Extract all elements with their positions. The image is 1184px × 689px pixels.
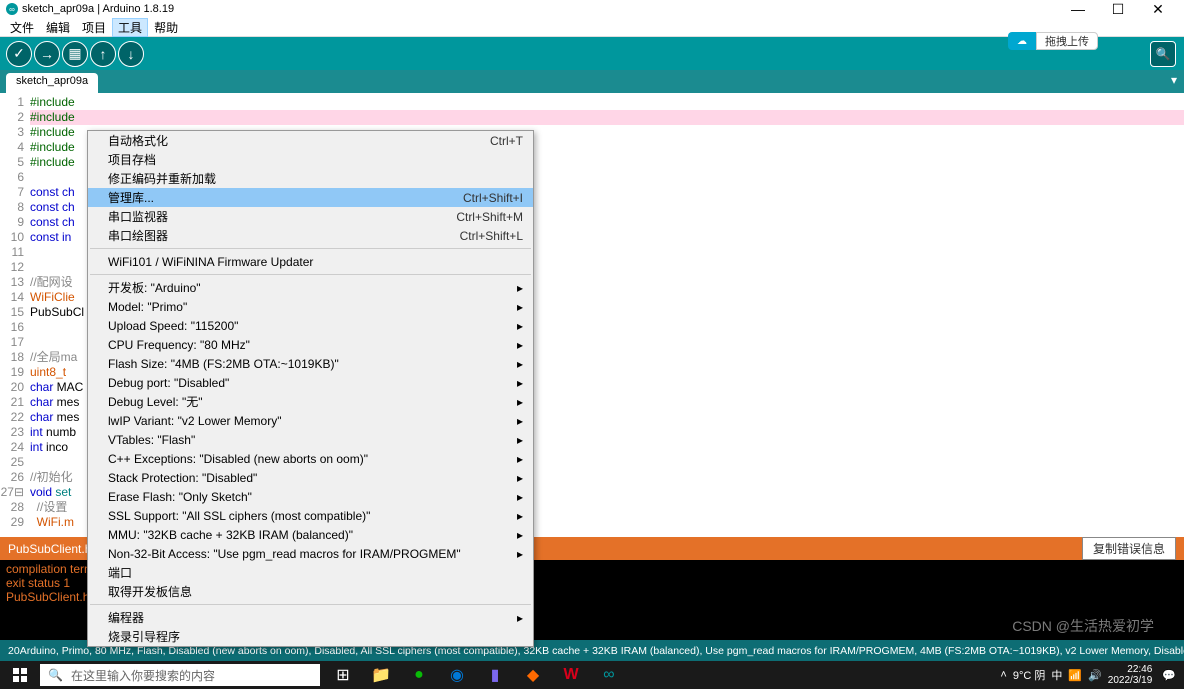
cloud-upload-label: 拖拽上传 bbox=[1036, 32, 1098, 50]
dd-board[interactable]: 开发板: "Arduino"▸ bbox=[88, 278, 533, 297]
dd-cpu-freq[interactable]: CPU Frequency: "80 MHz"▸ bbox=[88, 335, 533, 354]
dd-upload-speed[interactable]: Upload Speed: "115200"▸ bbox=[88, 316, 533, 335]
cloud-upload-pill[interactable]: ☁ 拖拽上传 bbox=[1008, 32, 1098, 50]
arduino-taskbar-icon[interactable]: ∞ bbox=[590, 661, 628, 689]
dd-vtables[interactable]: VTables: "Flash"▸ bbox=[88, 430, 533, 449]
dd-stack[interactable]: Stack Protection: "Disabled"▸ bbox=[88, 468, 533, 487]
dd-burn[interactable]: 烧录引导程序 bbox=[88, 627, 533, 646]
tab-menu-button[interactable]: ▾ bbox=[1164, 73, 1184, 93]
explorer-icon[interactable]: 📁 bbox=[362, 661, 400, 689]
dd-fix-encoding[interactable]: 修正编码并重新加载 bbox=[88, 169, 533, 188]
menu-help[interactable]: 帮助 bbox=[148, 18, 184, 37]
dd-debug-level[interactable]: Debug Level: "无"▸ bbox=[88, 392, 533, 411]
dd-exceptions[interactable]: C++ Exceptions: "Disabled (new aborts on… bbox=[88, 449, 533, 468]
tray-chevron-icon[interactable]: ˄ bbox=[1000, 669, 1006, 681]
dd-auto-format[interactable]: 自动格式化Ctrl+T bbox=[88, 131, 533, 150]
taskview-icon[interactable]: ⊞ bbox=[324, 661, 362, 689]
dd-programmer[interactable]: 编程器▸ bbox=[88, 608, 533, 627]
system-tray[interactable]: ˄ 9°C 阴 中 📶 🔊 22:46 2022/3/19 💬 bbox=[1000, 664, 1184, 686]
minimize-button[interactable]: — bbox=[1058, 1, 1098, 17]
tray-wifi-icon[interactable]: 📶 bbox=[1068, 669, 1082, 682]
dd-ssl[interactable]: SSL Support: "All SSL ciphers (most comp… bbox=[88, 506, 533, 525]
wps-icon[interactable]: W bbox=[552, 661, 590, 689]
window-title: sketch_apr09a | Arduino 1.8.19 bbox=[22, 3, 174, 15]
serial-monitor-button[interactable]: 🔍 bbox=[1150, 41, 1176, 67]
dd-serial-monitor[interactable]: 串口监视器Ctrl+Shift+M bbox=[88, 207, 533, 226]
tray-volume-icon[interactable]: 🔊 bbox=[1088, 669, 1102, 682]
wechat-icon[interactable]: ● bbox=[400, 661, 438, 689]
verify-button[interactable]: ✓ bbox=[6, 41, 32, 67]
dd-mmu[interactable]: MMU: "32KB cache + 32KB IRAM (balanced)"… bbox=[88, 525, 533, 544]
dd-archive[interactable]: 项目存档 bbox=[88, 150, 533, 169]
line-gutter: 12345 678910 1112131415 1617181920 21222… bbox=[0, 93, 30, 537]
menu-file[interactable]: 文件 bbox=[4, 18, 40, 37]
arduino-icon: ∞ bbox=[6, 3, 18, 15]
open-button[interactable]: ↑ bbox=[90, 41, 116, 67]
search-placeholder: 在这里输入你要搜索的内容 bbox=[71, 667, 215, 684]
dd-lwip[interactable]: lwIP Variant: "v2 Lower Memory"▸ bbox=[88, 411, 533, 430]
cloud-icon: ☁ bbox=[1008, 32, 1036, 50]
edge-icon[interactable]: ◉ bbox=[438, 661, 476, 689]
taskbar-search[interactable]: 🔍 在这里输入你要搜索的内容 bbox=[40, 664, 320, 686]
window-titlebar: ∞ sketch_apr09a | Arduino 1.8.19 — ☐ ✕ bbox=[0, 0, 1184, 18]
menubar: 文件 编辑 项目 工具 帮助 bbox=[0, 18, 1184, 37]
dd-debug-port[interactable]: Debug port: "Disabled"▸ bbox=[88, 373, 533, 392]
toolbar: ✓ → ▦ ↑ ↓ ☁ 拖拽上传 🔍 bbox=[0, 37, 1184, 70]
save-button[interactable]: ↓ bbox=[118, 41, 144, 67]
close-button[interactable]: ✕ bbox=[1138, 1, 1178, 18]
app-icon[interactable]: ▮ bbox=[476, 661, 514, 689]
dd-port[interactable]: 端口 bbox=[88, 563, 533, 582]
clock[interactable]: 22:46 2022/3/19 bbox=[1108, 664, 1157, 686]
tabbar: sketch_apr09a ▾ bbox=[0, 70, 1184, 93]
dd-model[interactable]: Model: "Primo"▸ bbox=[88, 297, 533, 316]
dd-wifi-updater[interactable]: WiFi101 / WiFiNINA Firmware Updater bbox=[88, 252, 533, 271]
menu-edit[interactable]: 编辑 bbox=[40, 18, 76, 37]
dd-non32[interactable]: Non-32-Bit Access: "Use pgm_read macros … bbox=[88, 544, 533, 563]
tab-sketch[interactable]: sketch_apr09a bbox=[6, 73, 98, 93]
weather-label: 9°C 阴 bbox=[1013, 667, 1046, 683]
windows-taskbar: 🔍 在这里输入你要搜索的内容 ⊞ 📁 ● ◉ ▮ ◆ W ∞ CSDN @生活热… bbox=[0, 661, 1184, 689]
tray-ime-icon[interactable]: 中 bbox=[1051, 667, 1062, 683]
copy-error-button[interactable]: 复制错误信息 bbox=[1082, 537, 1176, 560]
dd-serial-plotter[interactable]: 串口绘图器Ctrl+Shift+L bbox=[88, 226, 533, 245]
menu-sketch[interactable]: 项目 bbox=[76, 18, 112, 37]
editor[interactable]: 12345 678910 1112131415 1617181920 21222… bbox=[0, 93, 1184, 537]
tools-dropdown: 自动格式化Ctrl+T 项目存档 修正编码并重新加载 管理库...Ctrl+Sh… bbox=[87, 130, 534, 647]
maximize-button[interactable]: ☐ bbox=[1098, 1, 1138, 18]
footer-left: 20 bbox=[8, 645, 20, 657]
dd-manage-libraries[interactable]: 管理库...Ctrl+Shift+I bbox=[88, 188, 533, 207]
menu-tools[interactable]: 工具 bbox=[112, 18, 148, 37]
dd-flash-size[interactable]: Flash Size: "4MB (FS:2MB OTA:~1019KB)"▸ bbox=[88, 354, 533, 373]
new-button[interactable]: ▦ bbox=[62, 41, 88, 67]
app-icon-2[interactable]: ◆ bbox=[514, 661, 552, 689]
notification-icon[interactable]: 💬 bbox=[1162, 669, 1176, 682]
upload-button[interactable]: → bbox=[34, 41, 60, 67]
status-label: PubSubClient.h : bbox=[8, 542, 98, 556]
dd-erase[interactable]: Erase Flash: "Only Sketch"▸ bbox=[88, 487, 533, 506]
dd-board-info[interactable]: 取得开发板信息 bbox=[88, 582, 533, 601]
start-button[interactable] bbox=[0, 661, 40, 689]
